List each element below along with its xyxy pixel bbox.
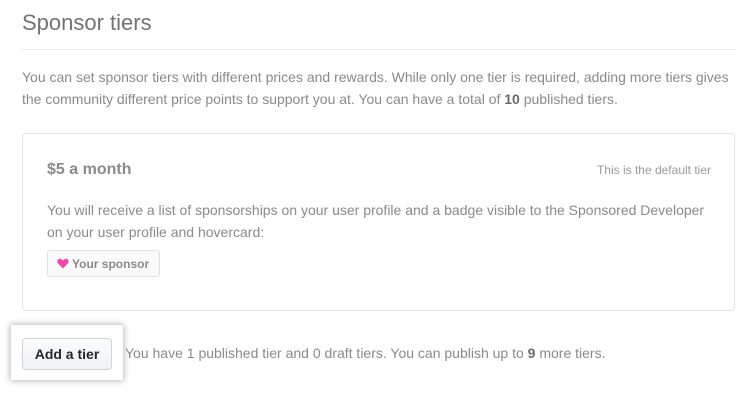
page-title: Sponsor tiers xyxy=(22,10,152,35)
tier-status-text: You have 1 published tier and 0 draft ti… xyxy=(125,344,605,362)
add-tier-button[interactable]: Add a tier xyxy=(22,338,112,370)
heart-icon xyxy=(57,258,69,269)
max-tiers-count: 10 xyxy=(504,91,520,107)
add-tier-highlight: Add a tier xyxy=(11,325,123,380)
intro-text: You can set sponsor tiers with different… xyxy=(22,66,748,110)
tier-card: $5 a month This is the default tier You … xyxy=(22,133,735,311)
title-divider xyxy=(22,49,736,50)
sponsor-badge-label: Your sponsor xyxy=(72,256,150,271)
tier-price: $5 a month xyxy=(47,161,132,178)
intro-text-after: published tiers. xyxy=(519,91,618,107)
status-text-before: You have 1 published tier and 0 draft ti… xyxy=(125,345,528,361)
intro-text-before: You can set sponsor tiers with different… xyxy=(22,69,729,107)
status-text-after: more tiers. xyxy=(535,345,606,361)
default-tier-label: This is the default tier xyxy=(596,163,711,177)
tier-description: You will receive a list of sponsorships … xyxy=(47,202,705,240)
sponsor-badge: Your sponsor xyxy=(47,250,161,277)
